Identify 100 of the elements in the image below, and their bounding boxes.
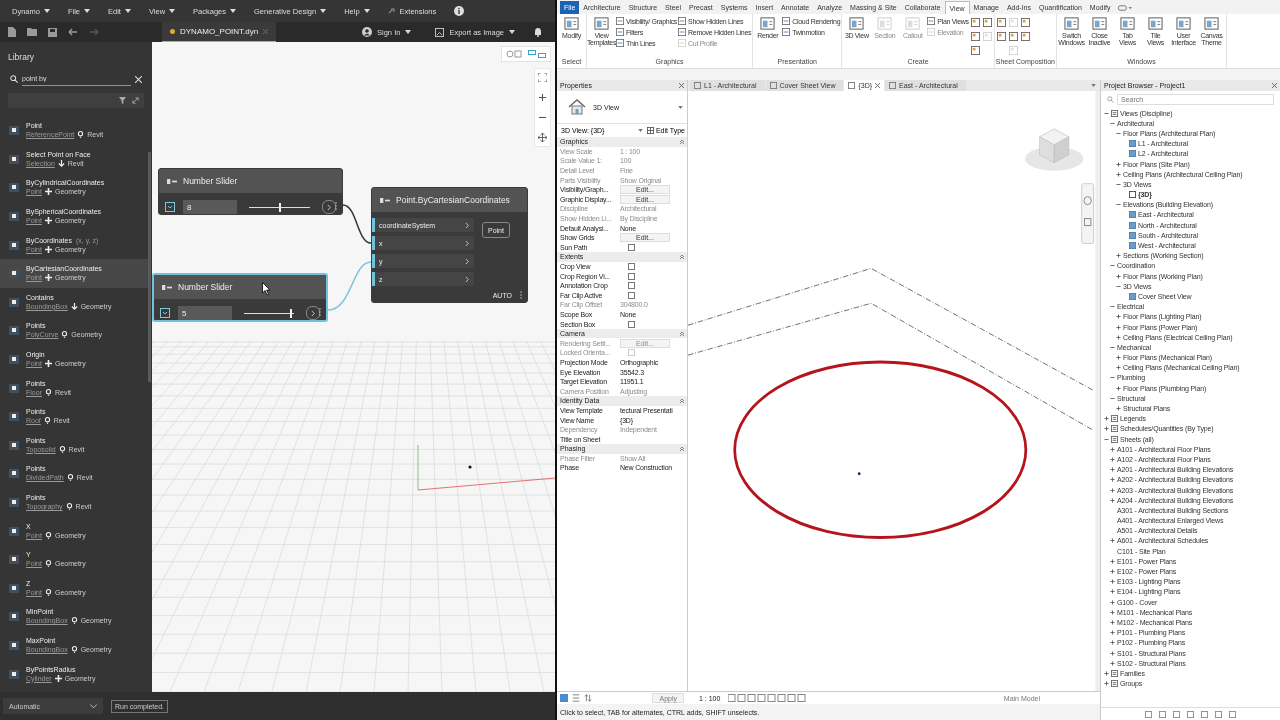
tool-icon[interactable] [1020,32,1030,41]
expand-icon[interactable] [1110,660,1115,666]
pan-icon[interactable] [538,133,547,142]
collapse-icon[interactable] [1116,181,1121,187]
collapse-icon[interactable] [1110,120,1115,126]
collapse-icon[interactable] [1104,436,1109,442]
expand-icon[interactable] [1110,630,1115,636]
value-field[interactable]: 5 [178,306,232,320]
collapse-icon[interactable] [1110,375,1115,381]
expand-icon[interactable] [1104,426,1109,432]
expand-icon[interactable] [1110,558,1115,564]
view-control-icons[interactable] [728,694,809,702]
checkbox[interactable] [628,263,635,270]
node[interactable]: Number Slider 8 [158,168,343,215]
tool-icon[interactable] [970,18,980,27]
tool-icon[interactable] [996,18,1006,27]
expand-icon[interactable] [1110,640,1115,646]
edit-type-icon [646,127,654,134]
checkbox[interactable] [628,282,635,290]
checkbox[interactable] [628,272,635,280]
checkbox[interactable] [628,243,635,251]
tool-icon[interactable] [1020,18,1030,27]
collapse-icon[interactable] [1110,304,1115,310]
collapse-icon[interactable] [1116,202,1121,208]
plus-icon [54,674,62,682]
expand-icon[interactable] [1116,334,1121,340]
expand-icon[interactable] [1116,161,1121,167]
value-field[interactable]: 8 [183,200,237,214]
expand-port-icon[interactable] [165,202,175,212]
expand-icon[interactable] [1110,446,1115,452]
expand-icon[interactable] [1110,538,1115,544]
expand-icon[interactable] [1110,650,1115,656]
expand-icon[interactable] [1104,416,1109,422]
expand-icon[interactable] [1110,599,1115,605]
query-icon [70,617,78,625]
document-tab[interactable]: DYNAMO_POINT.dyn [162,22,277,42]
close-icon[interactable] [1272,83,1277,88]
chevron-icon [465,258,470,264]
bell-icon[interactable] [533,27,543,37]
node[interactable]: Number Slider 5 [152,273,328,322]
scrollbar[interactable] [148,152,151,382]
undo-icon[interactable] [68,28,78,36]
expand-icon[interactable] [1116,355,1121,361]
collapse-icon[interactable] [1110,263,1115,269]
caret-icon[interactable] [1091,84,1096,87]
info-icon[interactable] [454,6,465,16]
expand-port-icon[interactable] [160,308,170,318]
tool-icon[interactable] [982,18,992,27]
expand-icon[interactable] [132,97,139,104]
expand-icon[interactable] [1116,253,1121,259]
filter-icon[interactable] [119,97,126,104]
expand-icon[interactable] [1110,589,1115,595]
scrollbar[interactable] [1095,91,1100,691]
toggle-icon[interactable] [572,694,580,702]
expand-icon[interactable] [1104,670,1109,676]
collapse-icon[interactable] [1110,395,1115,401]
expand-icon[interactable] [1104,681,1109,687]
expand-icon[interactable] [1110,497,1115,503]
graph-view-icon[interactable] [528,50,546,58]
save-icon[interactable] [48,27,57,37]
close-icon[interactable] [875,83,881,88]
close-icon[interactable] [679,83,684,88]
plus-icon [44,188,52,196]
collapse-icon[interactable] [1116,130,1121,136]
expand-icon[interactable] [1110,467,1115,473]
expand-icon[interactable] [1110,609,1115,615]
checkbox[interactable] [628,320,635,328]
slider-thumb[interactable] [278,202,281,212]
tool-icon[interactable] [970,46,980,55]
open-folder-icon[interactable] [27,28,37,36]
expand-icon[interactable] [1110,477,1115,483]
navigation-bar[interactable] [1081,183,1095,244]
checkbox[interactable] [628,291,635,299]
expand-icon[interactable] [1116,406,1121,412]
expand-icon[interactable] [1110,456,1115,462]
tool-icon[interactable] [996,32,1006,41]
expand-icon[interactable] [1116,273,1121,279]
new-file-icon[interactable] [8,27,16,37]
slider-thumb[interactable] [289,308,292,318]
collapse-icon[interactable] [1116,283,1121,289]
collapse-icon[interactable] [1104,110,1109,116]
expand-icon[interactable] [1110,619,1115,625]
sort-icon[interactable] [584,694,592,702]
expand-icon[interactable] [1110,487,1115,493]
expand-icon[interactable] [1110,569,1115,575]
expand-icon[interactable] [1116,171,1121,177]
expand-icon[interactable] [1116,324,1121,330]
tool-icon[interactable] [1008,32,1018,41]
clear-icon[interactable] [135,75,142,83]
node-type-icon [167,178,177,184]
collapse-icon[interactable] [1110,344,1115,350]
expand-icon[interactable] [1110,579,1115,585]
expand-icon[interactable] [1116,385,1121,391]
zoom-in-icon[interactable] [538,93,547,102]
geometry-view-icon[interactable] [506,50,522,58]
zoom-to-fit-icon[interactable] [538,73,547,82]
expand-icon[interactable] [1116,365,1121,371]
expand-icon[interactable] [1116,314,1121,320]
tool-icon[interactable] [970,32,980,41]
panel-toggle-icon[interactable] [1118,5,1133,11]
